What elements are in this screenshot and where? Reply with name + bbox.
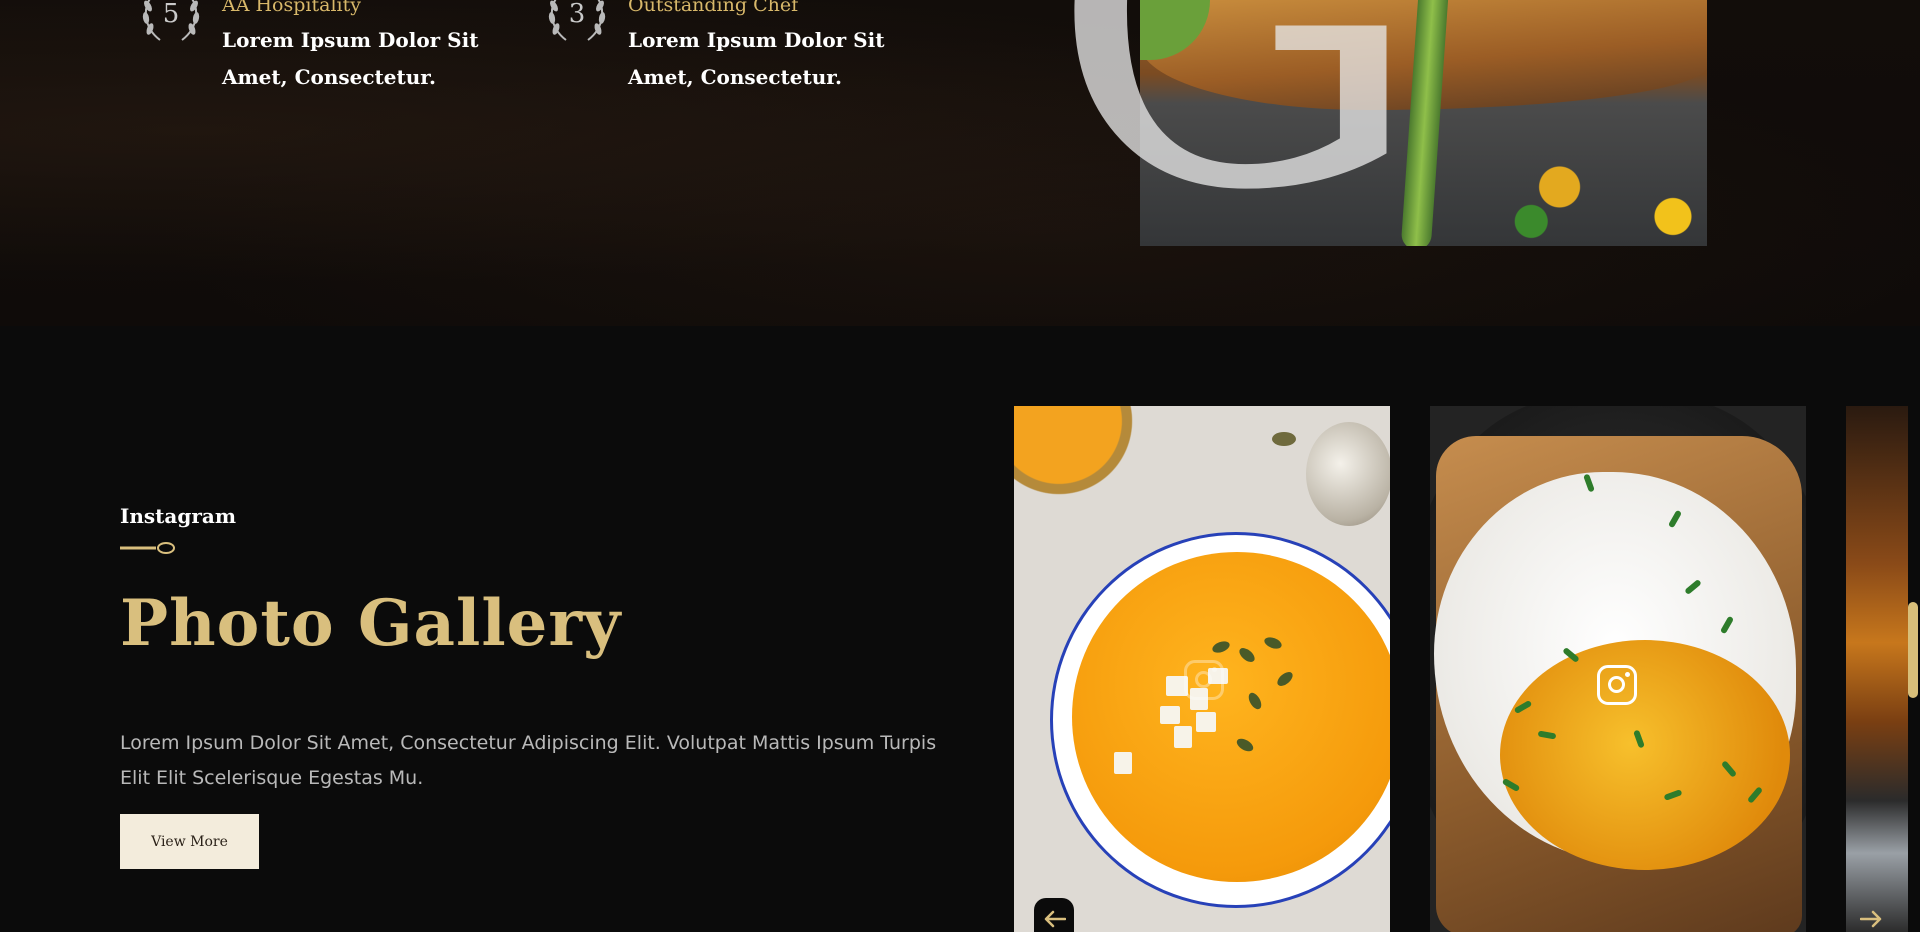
view-more-button[interactable]: View More xyxy=(120,814,259,869)
cheese-cube xyxy=(1160,706,1180,724)
arrow-left-icon xyxy=(1044,910,1066,928)
award-title: Outstanding Chef xyxy=(628,0,799,16)
cheese-cube xyxy=(1196,712,1216,732)
award-number: 5 xyxy=(163,0,180,29)
spoon-divider-icon xyxy=(120,542,175,554)
award-description: Lorem Ipsum Dolor Sit Amet, Consectetur. xyxy=(628,28,885,89)
laurel-wreath-icon: 3 xyxy=(548,0,606,41)
egg-yolk xyxy=(1500,640,1790,870)
cheese-cube xyxy=(1174,726,1192,748)
award-number: 3 xyxy=(569,0,586,29)
laurel-wreath-icon: 5 xyxy=(142,0,200,41)
section-eyebrow: Instagram xyxy=(120,504,236,528)
spice-dish xyxy=(1306,422,1390,526)
side-bowl xyxy=(1014,406,1144,496)
awards-section: 5 AA Hospitality Lorem Ipsum Dolor Sit A… xyxy=(0,0,1920,326)
section-description: Lorem Ipsum Dolor Sit Amet, Consectetur … xyxy=(120,732,937,789)
instagram-icon[interactable] xyxy=(1597,665,1637,705)
award-description: Lorem Ipsum Dolor Sit Amet, Consectetur. xyxy=(222,28,479,89)
pumpkin-seed xyxy=(1272,432,1296,446)
gallery-photo-partial[interactable] xyxy=(1846,406,1908,932)
arrow-right-icon xyxy=(1860,910,1882,928)
section-title: Photo Gallery xyxy=(120,586,622,661)
cheese-cube xyxy=(1114,752,1132,774)
pumpkin-soup xyxy=(1072,552,1390,882)
award-title: AA Hospitality xyxy=(222,0,361,16)
carousel-prev-button[interactable] xyxy=(1034,898,1074,932)
carousel-next-button[interactable] xyxy=(1850,898,1890,932)
scrollbar-thumb[interactable] xyxy=(1908,602,1918,698)
photo-gallery-section: Instagram Photo Gallery Lorem Ipsum Dolo… xyxy=(0,326,1920,932)
instagram-icon[interactable] xyxy=(1184,660,1224,700)
hero-food-photo xyxy=(1140,0,1707,246)
